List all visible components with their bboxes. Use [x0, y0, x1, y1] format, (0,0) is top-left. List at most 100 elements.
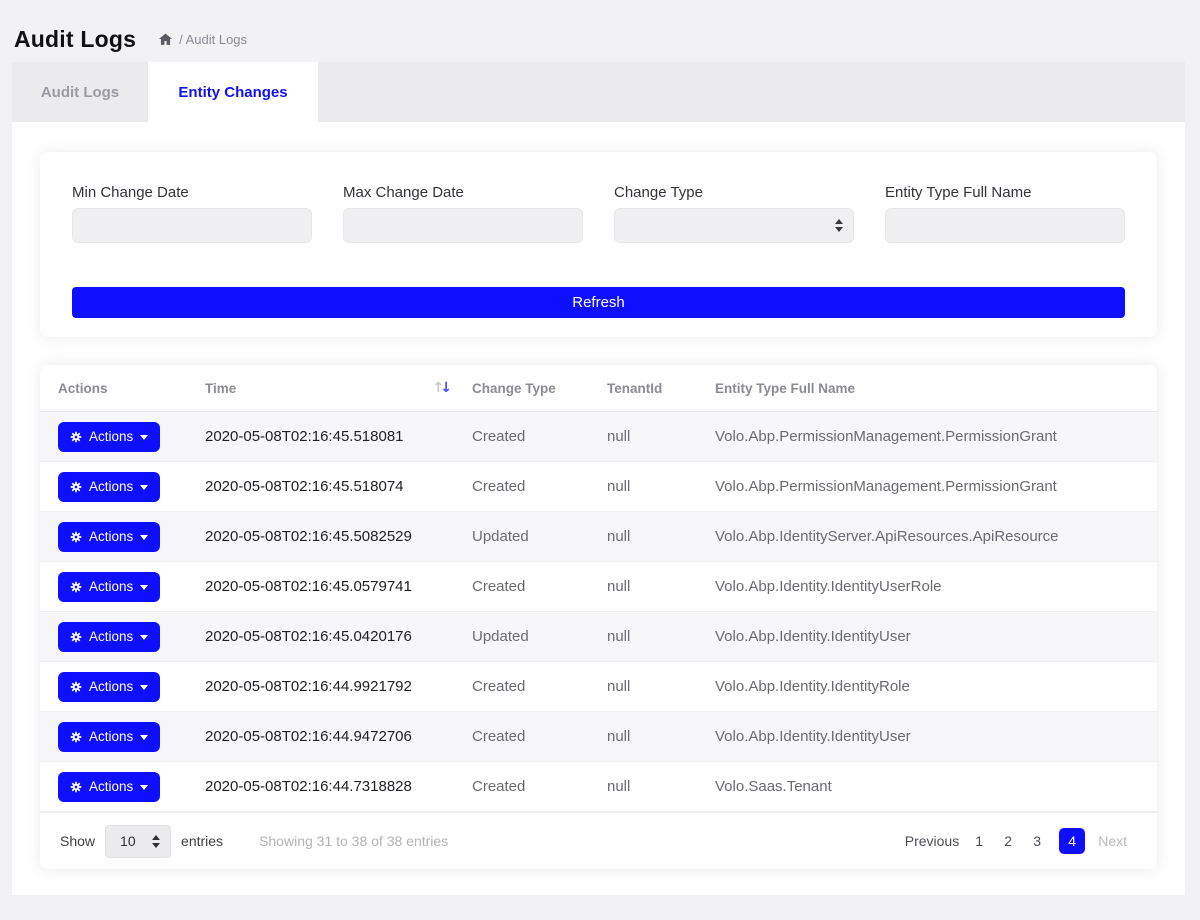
cell-change-type: Updated: [454, 612, 589, 661]
page-header: Audit Logs / Audit Logs: [0, 0, 1200, 62]
table-row: Actions 2020-05-08T02:16:44.9472706 Crea…: [40, 712, 1157, 762]
cell-change-type: Created: [454, 562, 589, 611]
cell-time: 2020-05-08T02:16:44.9472706: [187, 712, 454, 761]
field-min-change-date: Min Change Date: [72, 184, 312, 243]
column-header-change-type[interactable]: Change Type: [454, 365, 589, 411]
cell-time: 2020-05-08T02:16:45.0420176: [187, 612, 454, 661]
tab-audit-logs[interactable]: Audit Logs: [12, 62, 148, 122]
table-header: Actions Time ↑↓ Change Type TenantId Ent…: [40, 365, 1157, 412]
cell-tenant-id: null: [589, 762, 697, 811]
pagination-next[interactable]: Next: [1098, 833, 1127, 849]
table-row: Actions 2020-05-08T02:16:45.5082529 Upda…: [40, 512, 1157, 562]
gear-icon: [70, 781, 82, 793]
row-actions-button-label: Actions: [89, 679, 133, 694]
max-change-date-label: Max Change Date: [343, 184, 583, 201]
column-header-tenant-id[interactable]: TenantId: [589, 365, 697, 411]
pagination-page-2[interactable]: 2: [1001, 833, 1015, 849]
cell-time: 2020-05-08T02:16:45.518081: [187, 412, 454, 461]
row-actions-button[interactable]: Actions: [58, 772, 160, 802]
gear-icon: [70, 731, 82, 743]
tab-entity-changes[interactable]: Entity Changes: [148, 62, 318, 122]
row-actions-button[interactable]: Actions: [58, 572, 160, 602]
caret-down-icon: [140, 435, 148, 440]
home-icon[interactable]: [158, 32, 173, 47]
cell-actions: Actions: [40, 662, 187, 711]
row-actions-button-label: Actions: [89, 729, 133, 744]
row-actions-button[interactable]: Actions: [58, 472, 160, 502]
tab-audit-logs-label: Audit Logs: [41, 84, 119, 101]
pagination-page-1[interactable]: 1: [972, 833, 986, 849]
column-header-time-label: Time: [205, 381, 236, 396]
caret-down-icon: [140, 735, 148, 740]
entity-type-full-name-input[interactable]: [885, 208, 1125, 243]
pagination-page-4[interactable]: 4: [1059, 828, 1085, 854]
show-label: Show: [60, 833, 95, 849]
select-arrows-icon: [835, 219, 843, 232]
table-row: Actions 2020-05-08T02:16:44.9921792 Crea…: [40, 662, 1157, 712]
cell-change-type: Created: [454, 412, 589, 461]
cell-tenant-id: null: [589, 412, 697, 461]
row-actions-button[interactable]: Actions: [58, 522, 160, 552]
pagination-pages: 1234: [972, 828, 1085, 854]
cell-actions: Actions: [40, 712, 187, 761]
cell-change-type: Created: [454, 662, 589, 711]
cell-change-type: Created: [454, 762, 589, 811]
cell-entity-type: Volo.Abp.Identity.IdentityUserRole: [697, 562, 1157, 611]
row-actions-button[interactable]: Actions: [58, 622, 160, 652]
cell-tenant-id: null: [589, 612, 697, 661]
gear-icon: [70, 681, 82, 693]
caret-down-icon: [140, 685, 148, 690]
row-actions-button-label: Actions: [89, 479, 133, 494]
page: Audit Logs / Audit Logs Audit Logs Entit…: [0, 0, 1200, 895]
pagination-previous[interactable]: Previous: [905, 833, 959, 849]
filter-fields: Min Change Date Max Change Date Change T…: [72, 184, 1125, 243]
caret-down-icon: [140, 585, 148, 590]
cell-tenant-id: null: [589, 512, 697, 561]
sort-icon[interactable]: ↑↓: [433, 380, 448, 396]
tab-entity-changes-label: Entity Changes: [178, 84, 287, 101]
gear-icon: [70, 531, 82, 543]
cell-tenant-id: null: [589, 712, 697, 761]
cell-entity-type: Volo.Abp.Identity.IdentityRole: [697, 662, 1157, 711]
page-size-controls: Show 10 entries Showing 31 to 38 of 38 e…: [60, 825, 448, 858]
sort-up-arrow-icon: ↑: [433, 380, 441, 396]
gear-icon: [70, 431, 82, 443]
entries-label: entries: [181, 833, 223, 849]
cell-change-type: Created: [454, 712, 589, 761]
cell-tenant-id: null: [589, 662, 697, 711]
row-actions-button-label: Actions: [89, 529, 133, 544]
cell-actions: Actions: [40, 462, 187, 511]
cell-time: 2020-05-08T02:16:44.7318828: [187, 762, 454, 811]
gear-icon: [70, 631, 82, 643]
cell-entity-type: Volo.Abp.PermissionManagement.Permission…: [697, 462, 1157, 511]
min-change-date-input[interactable]: [72, 208, 312, 243]
page-size-select[interactable]: 10: [105, 825, 171, 858]
table-row: Actions 2020-05-08T02:16:45.518081 Creat…: [40, 412, 1157, 462]
page-size-value: 10: [120, 833, 136, 849]
caret-down-icon: [140, 485, 148, 490]
row-actions-button[interactable]: Actions: [58, 672, 160, 702]
cell-actions: Actions: [40, 412, 187, 461]
table-row: Actions 2020-05-08T02:16:45.0420176 Upda…: [40, 612, 1157, 662]
row-actions-button[interactable]: Actions: [58, 422, 160, 452]
column-header-entity-type[interactable]: Entity Type Full Name: [697, 365, 1157, 411]
row-actions-button-label: Actions: [89, 579, 133, 594]
sort-down-arrow-icon: ↓: [440, 380, 448, 396]
row-actions-button-label: Actions: [89, 629, 133, 644]
change-type-select[interactable]: [614, 208, 854, 243]
cell-change-type: Updated: [454, 512, 589, 561]
field-entity-type-full-name: Entity Type Full Name: [885, 184, 1125, 243]
cell-time: 2020-05-08T02:16:45.518074: [187, 462, 454, 511]
min-change-date-label: Min Change Date: [72, 184, 312, 201]
refresh-button[interactable]: Refresh: [72, 287, 1125, 318]
cell-entity-type: Volo.Abp.Identity.IdentityUser: [697, 712, 1157, 761]
cell-entity-type: Volo.Abp.PermissionManagement.Permission…: [697, 412, 1157, 461]
cell-actions: Actions: [40, 762, 187, 811]
column-header-time[interactable]: Time ↑↓: [187, 365, 454, 411]
pagination-page-3[interactable]: 3: [1030, 833, 1044, 849]
max-change-date-input[interactable]: [343, 208, 583, 243]
cell-time: 2020-05-08T02:16:45.0579741: [187, 562, 454, 611]
entity-type-full-name-label: Entity Type Full Name: [885, 184, 1125, 201]
row-actions-button[interactable]: Actions: [58, 722, 160, 752]
column-header-actions: Actions: [40, 365, 187, 411]
